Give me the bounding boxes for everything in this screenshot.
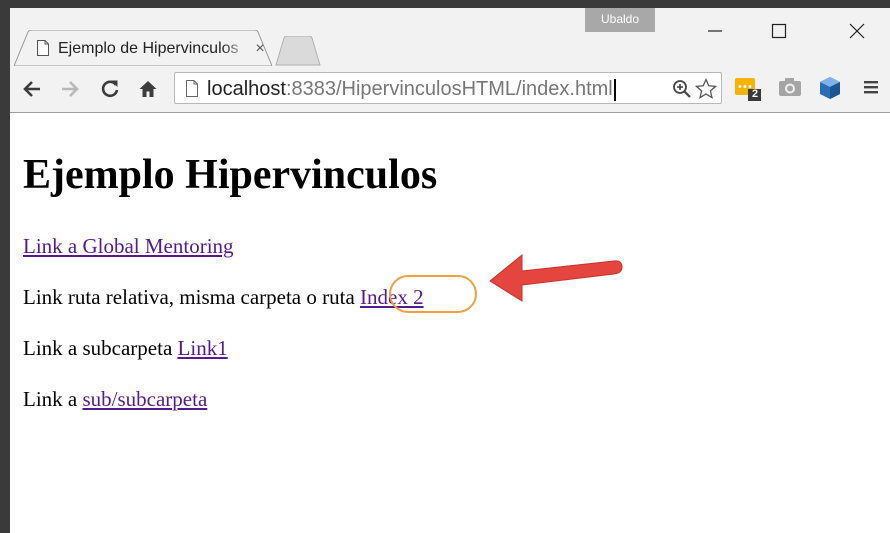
cube-icon	[820, 77, 840, 99]
address-bar[interactable]: localhost:8383/HipervinculosHTML/index.h…	[174, 72, 722, 104]
global-mentoring-link[interactable]: Link a Global Mentoring	[23, 234, 234, 258]
url-host: localhost	[207, 78, 286, 100]
menu-icon	[864, 81, 878, 94]
browser-tab[interactable]: Ejemplo de Hipervinculos ×	[14, 30, 272, 66]
reload-icon	[101, 80, 119, 98]
content-line-1: Link a Global Mentoring	[23, 233, 234, 259]
subfolder-text: Link a subcarpeta	[23, 336, 178, 360]
page-content: Ejemplo Hipervinculos Link a Global Ment…	[10, 113, 890, 533]
star-icon	[695, 78, 717, 99]
chrome-menu-button[interactable]	[862, 76, 880, 103]
highlight-ellipse	[389, 275, 477, 313]
close-icon	[849, 23, 865, 39]
toolbar: localhost:8383/HipervinculosHTML/index.h…	[10, 66, 890, 113]
home-icon	[139, 81, 157, 97]
content-line-2: Link ruta relativa, misma carpeta o ruta…	[23, 284, 424, 310]
back-button[interactable]	[18, 75, 46, 103]
new-tab-button[interactable]	[275, 36, 321, 66]
zoom-button[interactable]	[671, 78, 693, 100]
zoom-icon	[673, 80, 691, 98]
maximize-icon	[771, 23, 787, 39]
bookmark-star-button[interactable]	[695, 78, 717, 100]
tab-title: Ejemplo de Hipervinculos	[58, 39, 250, 59]
camera-extension-button[interactable]	[778, 76, 802, 103]
minimize-icon	[708, 30, 722, 32]
content-line-3: Link a subcarpeta Link1	[23, 335, 228, 361]
content-line-4: Link a sub/subcarpeta	[23, 386, 207, 412]
camera-icon	[779, 78, 801, 96]
title-bar: Ubaldo Ejemplo de Hipervinculos ×	[10, 8, 890, 66]
page-icon	[37, 40, 49, 56]
text-caret	[613, 78, 616, 101]
reload-button[interactable]	[96, 75, 124, 103]
forward-arrow-icon	[62, 81, 79, 97]
relative-path-text: Link ruta relativa, misma carpeta o ruta	[23, 285, 361, 309]
close-window-button[interactable]	[834, 8, 880, 54]
back-arrow-icon	[23, 81, 40, 97]
maximize-button[interactable]	[756, 8, 802, 54]
profile-button[interactable]: Ubaldo	[585, 8, 655, 32]
url-text: localhost:8383/HipervinculosHTML/index.h…	[207, 77, 616, 101]
minimize-button[interactable]	[692, 8, 738, 54]
url-path: :8383/HipervinculosHTML/index.html	[285, 78, 613, 100]
annotation-arrow-icon	[489, 253, 623, 302]
forward-button[interactable]	[56, 75, 84, 103]
page-icon	[186, 80, 198, 97]
extension-badge-count: 2	[751, 88, 759, 100]
browser-window: Ubaldo Ejemplo de Hipervinculos × localh…	[10, 8, 890, 533]
cube-extension-button[interactable]	[818, 76, 842, 105]
home-button[interactable]	[134, 75, 162, 103]
sub-subfolder-text: Link a	[23, 387, 83, 411]
link1-link[interactable]: Link1	[178, 336, 228, 360]
tab-close-button[interactable]: ×	[252, 39, 268, 59]
sub-subcarpeta-link[interactable]: sub/subcarpeta	[82, 387, 207, 411]
page-heading: Ejemplo Hipervinculos	[23, 152, 438, 198]
extension-button[interactable]: 2	[734, 76, 762, 107]
